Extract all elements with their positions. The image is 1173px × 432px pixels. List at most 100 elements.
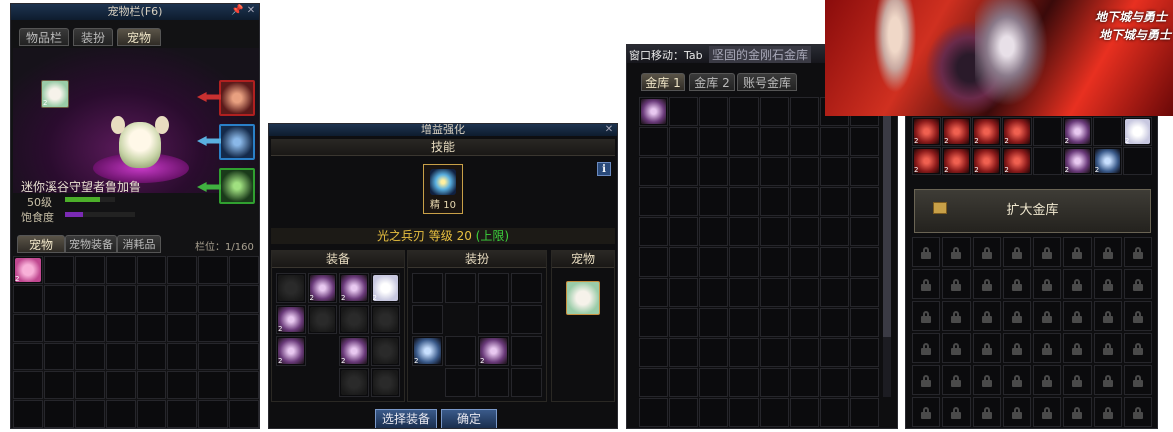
bank-slot[interactable] xyxy=(669,337,699,367)
bank-slot[interactable] xyxy=(729,307,759,337)
bank-slot[interactable] xyxy=(699,307,729,337)
inventory-slot[interactable] xyxy=(13,313,43,342)
inventory-slot[interactable] xyxy=(198,371,229,400)
inventory-slot[interactable] xyxy=(198,256,229,284)
bank-slot[interactable] xyxy=(699,127,729,157)
bank-slot[interactable] xyxy=(849,217,879,247)
inventory-slot[interactable] xyxy=(229,256,259,284)
bank-slot[interactable] xyxy=(699,247,729,277)
bank-slot[interactable] xyxy=(639,367,669,397)
bank-slot[interactable] xyxy=(699,157,729,187)
bank-slot[interactable] xyxy=(759,187,789,217)
bank-slot[interactable] xyxy=(849,337,879,367)
bank-slot[interactable] xyxy=(729,277,759,307)
inventory-slot[interactable] xyxy=(43,256,74,284)
inventory-slot[interactable] xyxy=(136,284,167,313)
inventory-slot[interactable] xyxy=(43,313,74,342)
bank-slot[interactable] xyxy=(849,397,879,427)
bank-slot[interactable] xyxy=(729,127,759,157)
bank-slot[interactable] xyxy=(639,277,669,307)
avatar-slot[interactable] xyxy=(445,367,476,397)
inventory-slot[interactable] xyxy=(105,371,136,400)
close-icon[interactable]: ✕ xyxy=(603,124,615,136)
bank-slot[interactable] xyxy=(819,337,849,367)
tab-account-bank[interactable]: 账号金库 xyxy=(737,73,797,91)
bank-slot[interactable] xyxy=(639,307,669,337)
stored-slot[interactable] xyxy=(1032,117,1062,146)
inventory-slot[interactable] xyxy=(229,371,259,400)
bank-slot[interactable] xyxy=(759,307,789,337)
inventory-slot[interactable] xyxy=(167,284,198,313)
pet-slot[interactable]: 2 xyxy=(41,80,69,108)
stored-slot[interactable]: 2 xyxy=(1122,117,1152,146)
stored-slot[interactable]: 2 xyxy=(1062,146,1092,175)
bank-slot[interactable] xyxy=(819,217,849,247)
stored-slot[interactable]: 2 xyxy=(942,146,972,175)
bank-slot[interactable] xyxy=(729,337,759,367)
bank-slot[interactable] xyxy=(729,367,759,397)
bank-slot[interactable] xyxy=(699,97,729,127)
equip-slot[interactable]: 2 xyxy=(339,336,369,366)
avatar-slot[interactable] xyxy=(445,273,476,303)
avatar-slot[interactable]: 2 xyxy=(412,336,443,366)
bank-slot[interactable] xyxy=(849,127,879,157)
avatar-slot[interactable] xyxy=(478,273,509,303)
inventory-slot[interactable] xyxy=(43,371,74,400)
skill-slot[interactable]: 精 10 xyxy=(423,164,463,214)
inventory-slot[interactable] xyxy=(229,400,259,428)
inventory-slot[interactable] xyxy=(167,313,198,342)
bank-slot[interactable] xyxy=(849,247,879,277)
bank-slot[interactable] xyxy=(669,247,699,277)
bank-slot[interactable] xyxy=(849,367,879,397)
inventory-slot[interactable] xyxy=(167,400,198,428)
bank-slot[interactable] xyxy=(759,247,789,277)
bank-slot[interactable] xyxy=(819,127,849,157)
tab-avatar[interactable]: 装扮 xyxy=(73,28,113,46)
bank-slot[interactable] xyxy=(669,217,699,247)
enhance-titlebar[interactable]: 增益强化 ✕ xyxy=(269,124,617,136)
inventory-slot[interactable] xyxy=(74,256,105,284)
bank-slot[interactable] xyxy=(699,217,729,247)
bank-slot[interactable] xyxy=(729,397,759,427)
bank-slot[interactable] xyxy=(819,247,849,277)
avatar-slot[interactable] xyxy=(511,367,542,397)
bank-slot[interactable] xyxy=(639,97,669,127)
avatar-slot[interactable] xyxy=(445,336,476,366)
inventory-slot[interactable] xyxy=(167,256,198,284)
equip-slot[interactable]: 2 xyxy=(370,273,400,303)
stored-slot[interactable]: 2 xyxy=(1092,146,1122,175)
avatar-slot[interactable] xyxy=(412,368,443,398)
inventory-slot[interactable] xyxy=(136,371,167,400)
bank-slot[interactable] xyxy=(639,157,669,187)
inventory-slot[interactable] xyxy=(13,284,43,313)
equip-slot[interactable] xyxy=(308,336,338,366)
pet-window-titlebar[interactable]: 宠物栏(F6) 📌 ✕ xyxy=(11,4,259,20)
inventory-slot[interactable] xyxy=(167,371,198,400)
bank-slot[interactable] xyxy=(639,397,669,427)
bank-slot[interactable] xyxy=(699,367,729,397)
bank-scroll-thumb[interactable] xyxy=(883,97,891,337)
inventory-slot[interactable] xyxy=(74,284,105,313)
inventory-slot[interactable] xyxy=(43,284,74,313)
pet-equip-slot-2[interactable] xyxy=(219,124,255,160)
inventory-slot[interactable] xyxy=(74,400,105,428)
pet-enhance-slot[interactable] xyxy=(566,281,600,315)
inventory-slot[interactable] xyxy=(136,313,167,342)
avatar-slot[interactable] xyxy=(412,273,443,303)
equip-slot[interactable] xyxy=(370,304,400,334)
inventory-slot[interactable] xyxy=(229,342,259,371)
bank-slot[interactable] xyxy=(789,127,819,157)
equip-slot[interactable] xyxy=(339,304,369,334)
avatar-slot[interactable]: 2 xyxy=(478,336,509,366)
equip-slot[interactable]: 2 xyxy=(307,273,337,303)
expand-bank-button[interactable]: 扩大金库 xyxy=(914,189,1151,233)
inventory-slot[interactable] xyxy=(74,371,105,400)
equip-slot[interactable] xyxy=(276,273,306,303)
bank-slot[interactable] xyxy=(729,187,759,217)
bank-slot[interactable] xyxy=(759,277,789,307)
equip-slot[interactable] xyxy=(339,367,369,397)
bank-slot[interactable] xyxy=(759,367,789,397)
stored-slot[interactable]: 2 xyxy=(972,117,1002,146)
inventory-slot[interactable] xyxy=(43,400,74,428)
bank-slot[interactable] xyxy=(729,97,759,127)
